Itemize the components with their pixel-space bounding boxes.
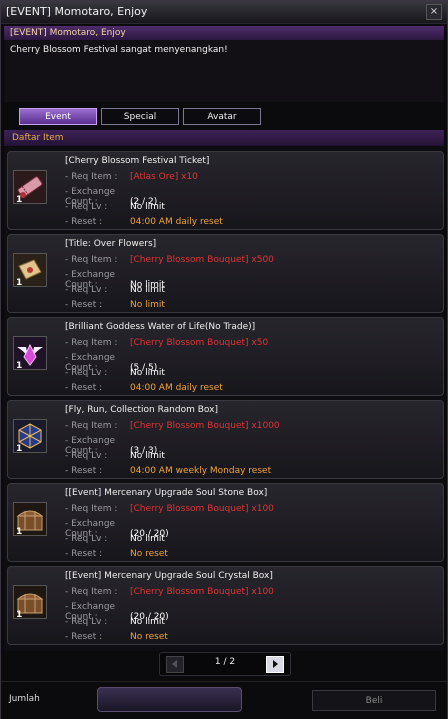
item-quantity: 1 <box>16 361 23 371</box>
req-item-label: - Req Item : <box>65 255 118 265</box>
req-item-value: [Atlas Ore] x10 <box>130 172 198 182</box>
reset-value: 04:00 AM daily reset <box>130 383 223 393</box>
list-item[interactable]: 1 [Fly, Run, Collection Random Box] - Re… <box>7 400 444 479</box>
item-list-header: Daftar Item <box>4 130 444 146</box>
req-item-value: [Cherry Blossom Bouquet] x100 <box>130 504 274 514</box>
reset-label: - Reset : <box>65 300 103 310</box>
event-info-header: [EVENT] Momotaro, Enjoy <box>4 26 444 40</box>
item-list: 1 [Cherry Blossom Festival Ticket] - Req… <box>4 147 444 651</box>
reset-value: No reset <box>130 632 168 642</box>
item-quantity: 1 <box>16 444 23 454</box>
req-lv-label: - Req Lv : <box>65 368 108 378</box>
req-lv-value: No limit <box>130 617 165 627</box>
reset-value: 04:00 AM weekly Monday reset <box>130 466 272 476</box>
window-title: [EVENT] Momotaro, Enjoy <box>6 5 148 18</box>
item-quantity: 1 <box>16 278 23 288</box>
page-indicator: 1 / 2 <box>214 657 236 667</box>
chevron-left-icon <box>172 660 177 668</box>
req-lv-label: - Req Lv : <box>65 451 108 461</box>
item-name: [Fly, Run, Collection Random Box] <box>65 405 218 415</box>
req-lv-label: - Req Lv : <box>65 202 108 212</box>
reset-label: - Reset : <box>65 632 103 642</box>
item-name: [[Event] Mercenary Upgrade Soul Stone Bo… <box>65 488 268 498</box>
ticket-icon: 1 <box>13 170 47 205</box>
req-item-value: [Cherry Blossom Bouquet] x50 <box>130 338 269 348</box>
req-item-label: - Req Item : <box>65 338 118 348</box>
footer-bar: Jumlah Beli <box>1 681 447 719</box>
goddess-water-icon: 1 <box>13 336 47 371</box>
pagination: 1 / 2 <box>159 652 291 676</box>
quantity-label: Jumlah <box>9 694 40 704</box>
item-name: [[Event] Mercenary Upgrade Soul Crystal … <box>65 571 273 581</box>
list-item[interactable]: 1 [[Event] Mercenary Upgrade Soul Crysta… <box>7 566 444 645</box>
list-item[interactable]: 1 [Title: Over Flowers] - Req Item : [Che… <box>7 234 444 313</box>
req-item-value: [Cherry Blossom Bouquet] x1000 <box>130 421 280 431</box>
req-lv-value: No limit <box>130 534 165 544</box>
buy-button[interactable]: Beli <box>312 690 436 711</box>
random-box-icon: 1 <box>13 419 47 454</box>
quantity-input[interactable] <box>97 687 242 712</box>
reset-value: No limit <box>130 300 165 310</box>
title-bar[interactable]: [EVENT] Momotaro, Enjoy × <box>1 1 447 24</box>
prev-page-button[interactable] <box>166 656 184 673</box>
reset-value: 04:00 AM daily reset <box>130 217 223 227</box>
event-description: Cherry Blossom Festival sangat menyenang… <box>4 40 444 102</box>
req-item-value: [Cherry Blossom Bouquet] x100 <box>130 587 274 597</box>
treasure-chest-icon: 1 <box>13 585 47 620</box>
item-name: [Brilliant Goddess Water of Life(No Trad… <box>65 322 256 332</box>
tab-event[interactable]: Event <box>19 108 97 125</box>
list-item[interactable]: 1 [Brilliant Goddess Water of Life(No Tr… <box>7 317 444 396</box>
reset-label: - Reset : <box>65 549 103 559</box>
req-lv-label: - Req Lv : <box>65 534 108 544</box>
req-lv-value: No limit <box>130 368 165 378</box>
chevron-right-icon <box>273 660 278 668</box>
list-item[interactable]: 1 [Cherry Blossom Festival Ticket] - Req… <box>7 151 444 230</box>
req-lv-value: No limit <box>130 202 165 212</box>
reset-label: - Reset : <box>65 383 103 393</box>
req-lv-label: - Req Lv : <box>65 285 108 295</box>
req-item-label: - Req Item : <box>65 172 118 182</box>
req-item-label: - Req Item : <box>65 504 118 514</box>
req-lv-label: - Req Lv : <box>65 617 108 627</box>
close-button[interactable]: × <box>426 4 442 20</box>
req-lv-value: No limit <box>130 451 165 461</box>
reset-label: - Reset : <box>65 466 103 476</box>
req-item-value: [Cherry Blossom Bouquet] x500 <box>130 255 274 265</box>
tab-avatar[interactable]: Avatar <box>183 108 261 125</box>
req-item-label: - Req Item : <box>65 587 118 597</box>
title-scroll-icon: 1 <box>13 253 47 288</box>
reset-value: No reset <box>130 549 168 559</box>
req-item-label: - Req Item : <box>65 421 118 431</box>
item-quantity: 1 <box>16 195 23 205</box>
item-quantity: 1 <box>16 610 23 620</box>
req-lv-value: No limit <box>130 285 165 295</box>
next-page-button[interactable] <box>266 656 284 673</box>
reset-label: - Reset : <box>65 217 103 227</box>
item-name: [Cherry Blossom Festival Ticket] <box>65 156 210 166</box>
event-shop-window: [EVENT] Momotaro, Enjoy × [EVENT] Momota… <box>0 0 448 719</box>
item-name: [Title: Over Flowers] <box>65 239 157 249</box>
tab-special[interactable]: Special <box>101 108 179 125</box>
item-quantity: 1 <box>16 527 23 537</box>
treasure-chest-icon: 1 <box>13 502 47 537</box>
list-item[interactable]: 1 [[Event] Mercenary Upgrade Soul Stone … <box>7 483 444 562</box>
